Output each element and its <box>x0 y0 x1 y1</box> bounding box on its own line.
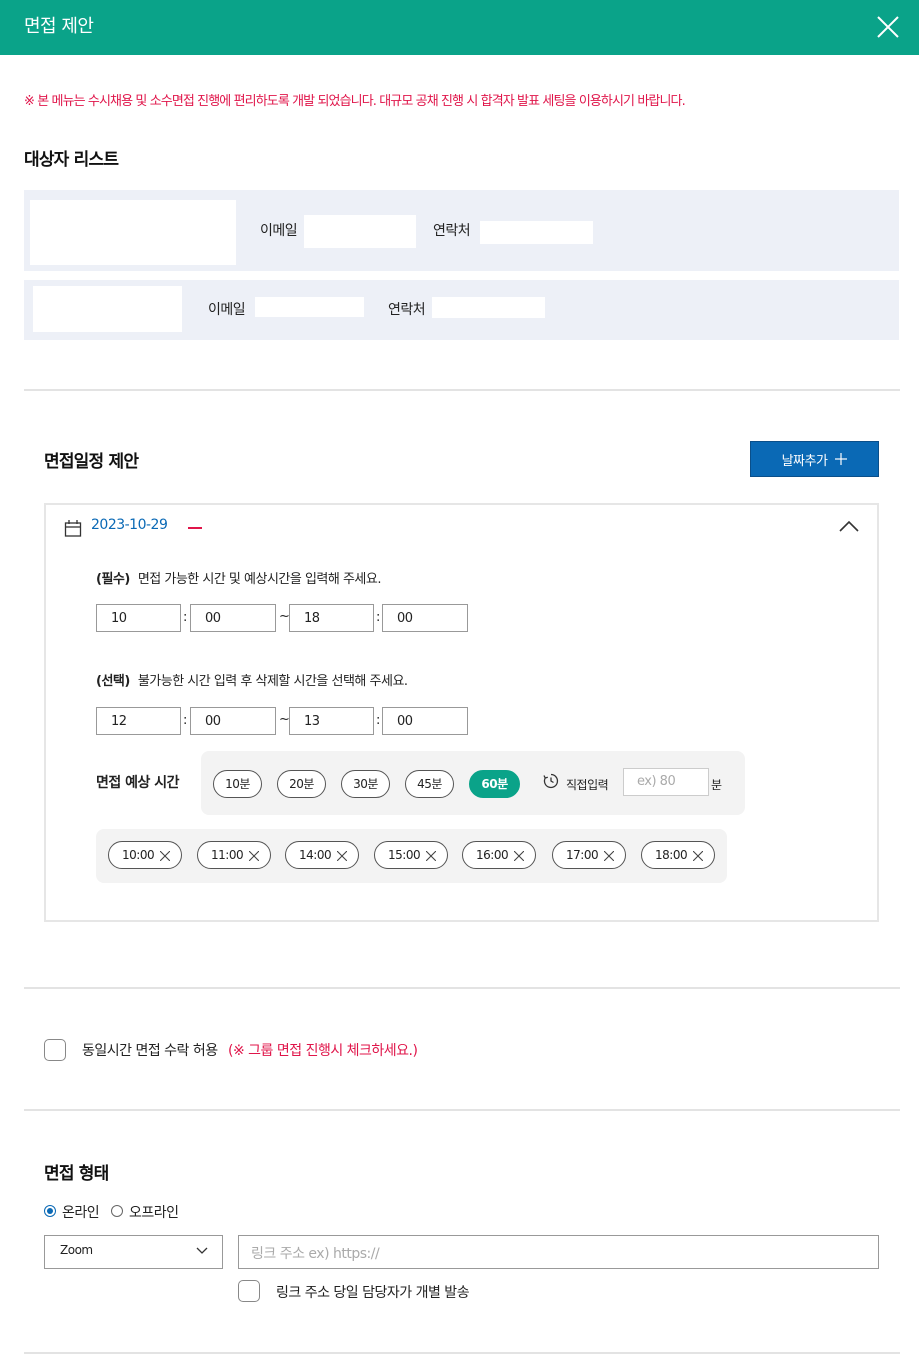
time-slot-label: 10:00 <box>122 848 155 862</box>
time-colon: : <box>376 610 380 625</box>
close-icon[interactable] <box>337 851 347 861</box>
time-slot-label: 15:00 <box>388 848 421 862</box>
duration-option-45[interactable]: 45분 <box>405 770 454 798</box>
chevron-down-icon <box>196 1247 208 1254</box>
direct-input-label: 직접입력 <box>566 778 609 792</box>
phone-value <box>432 297 545 318</box>
candidate-row: 이메일 연락처 <box>24 280 899 340</box>
same-time-label: 동일시간 면접 수락 허용 <box>82 1043 218 1059</box>
same-time-note: (※ 그룹 면접 진행시 체크하세요.) <box>228 1043 418 1059</box>
close-icon[interactable] <box>693 851 703 861</box>
email-label: 이메일 <box>260 223 298 239</box>
notice-text: ※ 본 메뉴는 수시채용 및 소수면접 진행에 편리하도록 개발 되었습니다. … <box>24 94 686 109</box>
time-slot[interactable]: 17:00 <box>552 841 626 869</box>
unavailable-start-min-input[interactable]: 00 <box>190 707 276 735</box>
time-slot-label: 16:00 <box>476 848 509 862</box>
required-tag: (필수) <box>96 572 130 587</box>
duration-options: 10분 20분 30분 45분 60분 직접입력 ex) 80 분 <box>201 751 745 815</box>
available-end-hour-input[interactable]: 18 <box>289 604 374 632</box>
candidate-name-field <box>30 200 236 265</box>
optional-text: 불가능한 시간 입력 후 삭제할 시간을 선택해 주세요. <box>137 674 408 689</box>
time-slot-label: 18:00 <box>655 848 688 862</box>
phone-label: 연락처 <box>433 223 471 239</box>
close-icon[interactable] <box>160 851 170 861</box>
close-icon[interactable] <box>604 851 614 861</box>
divider <box>24 1109 900 1111</box>
close-icon[interactable] <box>249 851 259 861</box>
optional-tag: (선택) <box>96 674 130 689</box>
chevron-up-icon[interactable] <box>839 519 859 533</box>
offline-label[interactable]: 오프라인 <box>129 1202 179 1222</box>
time-tilde: ~ <box>279 609 290 624</box>
time-tilde: ~ <box>279 712 290 727</box>
available-start-hour-input[interactable]: 10 <box>96 604 181 632</box>
duration-option-60[interactable]: 60분 <box>469 770 520 798</box>
close-icon[interactable] <box>426 851 436 861</box>
modal-header: 면접 제안 <box>0 0 919 55</box>
time-slot[interactable]: 16:00 <box>462 841 536 869</box>
email-value <box>304 215 416 248</box>
required-instruction: (필수) 면접 가능한 시간 및 예상시간을 입력해 주세요. <box>96 568 381 587</box>
email-label: 이메일 <box>208 302 246 318</box>
individual-send-checkbox[interactable] <box>238 1280 260 1302</box>
unavailable-start-hour-input[interactable]: 12 <box>96 707 181 735</box>
candidate-row: 이메일 연락처 <box>24 190 899 271</box>
available-end-min-input[interactable]: 00 <box>382 604 468 632</box>
divider <box>24 1352 900 1354</box>
email-value <box>255 297 364 317</box>
direct-duration-input[interactable]: ex) 80 <box>623 768 709 796</box>
modal-title: 면접 제안 <box>24 16 94 37</box>
calendar-icon <box>64 520 82 537</box>
phone-label: 연락처 <box>388 302 426 318</box>
divider <box>24 987 900 989</box>
add-date-label: 날짜추가 <box>781 453 828 469</box>
time-slot[interactable]: 15:00 <box>374 841 448 869</box>
time-slot-label: 17:00 <box>566 848 599 862</box>
link-address-input[interactable]: 링크 주소 ex) https:// <box>238 1235 879 1269</box>
platform-select-value: Zoom <box>60 1243 93 1257</box>
time-slot[interactable]: 18:00 <box>641 841 715 869</box>
time-colon: : <box>376 713 380 728</box>
add-date-button[interactable]: 날짜추가 <box>750 441 879 477</box>
duration-option-30[interactable]: 30분 <box>341 770 390 798</box>
time-slot-list: 10:00 11:00 14:00 15:00 16:00 17:00 18:0… <box>96 829 727 883</box>
time-slot[interactable]: 11:00 <box>197 841 271 869</box>
time-slot[interactable]: 14:00 <box>285 841 359 869</box>
offline-radio[interactable] <box>111 1205 123 1217</box>
optional-instruction: (선택) 불가능한 시간 입력 후 삭제할 시간을 선택해 주세요. <box>96 670 408 689</box>
platform-select[interactable]: Zoom <box>44 1235 223 1269</box>
required-text: 면접 가능한 시간 및 예상시간을 입력해 주세요. <box>137 572 382 587</box>
remove-date-button[interactable] <box>188 527 202 529</box>
close-icon[interactable] <box>514 851 524 861</box>
online-label[interactable]: 온라인 <box>62 1202 100 1222</box>
candidate-list-title: 대상자 리스트 <box>24 150 119 170</box>
duration-unit: 분 <box>711 778 722 792</box>
schedule-title: 면접일정 제안 <box>44 452 139 472</box>
phone-value <box>480 221 593 244</box>
duration-label: 면접 예상 시간 <box>96 775 180 791</box>
time-slot-label: 14:00 <box>299 848 332 862</box>
candidate-name-field <box>33 286 182 332</box>
duration-option-10[interactable]: 10분 <box>213 770 262 798</box>
divider <box>24 389 900 391</box>
time-slot-label: 11:00 <box>211 848 244 862</box>
online-radio[interactable] <box>44 1205 56 1217</box>
time-colon: : <box>183 713 187 728</box>
unavailable-end-hour-input[interactable]: 13 <box>289 707 374 735</box>
available-start-min-input[interactable]: 00 <box>190 604 276 632</box>
unavailable-end-min-input[interactable]: 00 <box>382 707 468 735</box>
duration-option-20[interactable]: 20분 <box>277 770 326 798</box>
plus-icon <box>835 453 848 465</box>
schedule-date[interactable]: 2023-10-29 <box>91 517 168 533</box>
individual-send-label: 링크 주소 당일 담당자가 개별 발송 <box>276 1285 470 1301</box>
clock-icon <box>543 773 559 789</box>
close-icon[interactable] <box>875 14 901 40</box>
time-colon: : <box>183 610 187 625</box>
format-title: 면접 형태 <box>44 1164 109 1184</box>
time-slot[interactable]: 10:00 <box>108 841 182 869</box>
same-time-checkbox[interactable] <box>44 1039 66 1061</box>
schedule-date-panel: 2023-10-29 (필수) 면접 가능한 시간 및 예상시간을 입력해 주세요… <box>44 503 879 922</box>
